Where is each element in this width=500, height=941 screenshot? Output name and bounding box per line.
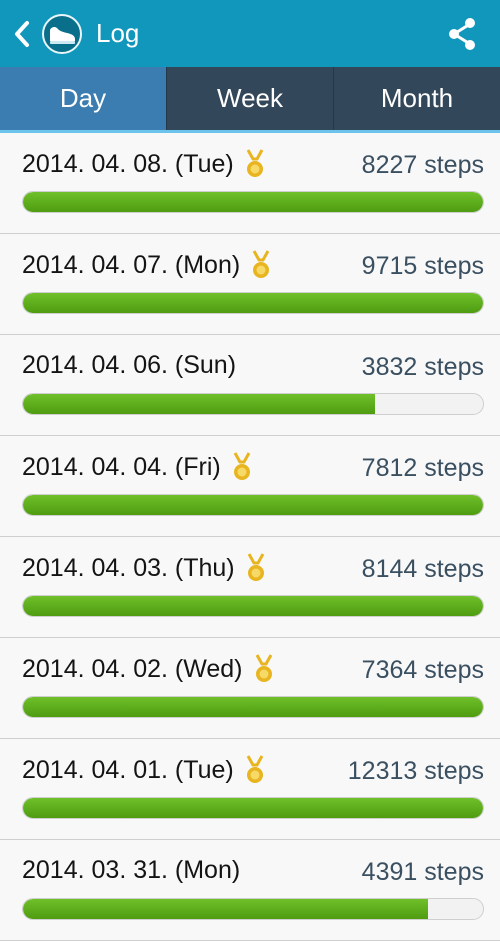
step-log-list: 2014. 04. 08. (Tue) 8227 steps 2014. 04. 0… xyxy=(0,133,500,941)
back-button[interactable] xyxy=(2,0,42,67)
app-bar: Log xyxy=(0,0,500,67)
list-item[interactable]: 2014. 04. 06. (Sun) 3832 steps xyxy=(0,335,500,436)
log-date: 2014. 04. 07. (Mon) xyxy=(22,250,241,279)
medal-icon xyxy=(244,149,266,179)
log-date: 2014. 04. 08. (Tue) xyxy=(22,149,234,178)
page-title: Log xyxy=(96,18,140,48)
progress-fill xyxy=(23,798,483,818)
log-date-wrapper: 2014. 04. 04. (Fri) xyxy=(22,452,253,482)
step-count: 7364 steps xyxy=(361,656,484,684)
progress-bar xyxy=(22,595,484,617)
progress-fill xyxy=(23,495,483,515)
progress-bar xyxy=(22,393,484,415)
log-date: 2014. 03. 31. (Mon) xyxy=(22,856,241,884)
step-count: 12313 steps xyxy=(347,757,484,785)
progress-fill xyxy=(23,293,483,313)
chevron-left-icon xyxy=(15,20,29,47)
step-count: 8227 steps xyxy=(361,151,484,179)
log-date-wrapper: 2014. 04. 06. (Sun) xyxy=(22,351,236,380)
medal-icon xyxy=(253,654,275,684)
step-count: 8144 steps xyxy=(361,555,484,583)
progress-bar xyxy=(22,797,484,819)
step-count: 7812 steps xyxy=(361,454,484,482)
step-count: 4391 steps xyxy=(361,858,484,886)
progress-fill xyxy=(23,596,483,616)
share-icon xyxy=(449,18,475,50)
log-date: 2014. 04. 04. (Fri) xyxy=(22,452,221,481)
period-tabs: Day Week Month xyxy=(0,67,500,130)
list-item[interactable]: 2014. 04. 01. (Tue) 12313 steps xyxy=(0,739,500,840)
progress-bar xyxy=(22,696,484,718)
list-item[interactable]: 2014. 04. 07. (Mon) 9715 steps xyxy=(0,234,500,335)
progress-bar xyxy=(22,292,484,314)
log-date: 2014. 04. 03. (Thu) xyxy=(22,553,235,582)
tab-week[interactable]: Week xyxy=(166,67,333,130)
log-date-wrapper: 2014. 04. 07. (Mon) xyxy=(22,250,272,280)
list-item[interactable]: 2014. 04. 04. (Fri) 7812 steps xyxy=(0,436,500,537)
list-item[interactable]: 2014. 04. 02. (Wed) 7364 steps xyxy=(0,638,500,739)
log-date-wrapper: 2014. 04. 02. (Wed) xyxy=(22,654,275,684)
progress-fill xyxy=(23,192,483,212)
progress-bar xyxy=(22,494,484,516)
step-count: 9715 steps xyxy=(361,252,484,280)
list-item[interactable]: 2014. 04. 03. (Thu) 8144 steps xyxy=(0,537,500,638)
list-item[interactable]: 2014. 03. 31. (Mon) 4391 steps xyxy=(0,840,500,941)
log-date: 2014. 04. 06. (Sun) xyxy=(22,351,237,379)
step-count: 3832 steps xyxy=(361,353,484,381)
tab-month[interactable]: Month xyxy=(333,67,500,130)
log-date-wrapper: 2014. 04. 03. (Thu) xyxy=(22,553,267,583)
list-item[interactable]: 2014. 04. 08. (Tue) 8227 steps xyxy=(0,133,500,234)
share-button[interactable] xyxy=(442,14,482,54)
medal-icon xyxy=(250,250,272,280)
progress-fill xyxy=(23,394,376,414)
medal-icon xyxy=(244,755,266,785)
progress-bar xyxy=(22,191,484,213)
tab-day[interactable]: Day xyxy=(0,67,166,130)
app-logo xyxy=(42,13,82,54)
progress-bar xyxy=(22,898,484,920)
medal-icon xyxy=(245,553,267,583)
log-date-wrapper: 2014. 04. 08. (Tue) xyxy=(22,149,266,179)
log-date-wrapper: 2014. 04. 01. (Tue) xyxy=(22,755,266,785)
log-date-wrapper: 2014. 03. 31. (Mon) xyxy=(22,856,240,885)
shoe-icon xyxy=(50,26,75,44)
log-date: 2014. 04. 02. (Wed) xyxy=(22,654,243,683)
progress-fill xyxy=(23,697,483,717)
medal-icon xyxy=(231,452,253,482)
progress-fill xyxy=(23,899,428,919)
log-date: 2014. 04. 01. (Tue) xyxy=(22,755,234,784)
